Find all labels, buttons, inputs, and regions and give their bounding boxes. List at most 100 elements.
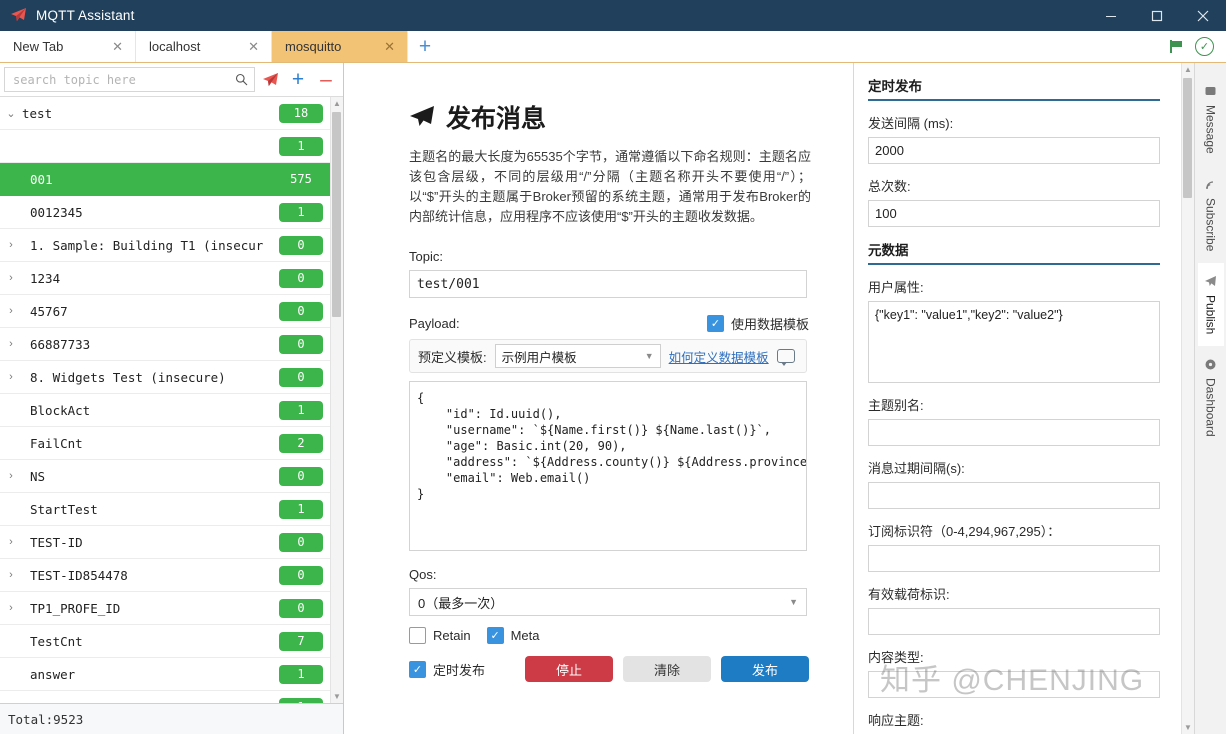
remove-topic-button[interactable]: – <box>313 67 339 93</box>
topic-label: TestCnt <box>30 633 83 649</box>
vtab-dashboard[interactable]: Dashboard <box>1198 346 1224 449</box>
count-input[interactable]: 100 <box>868 200 1160 227</box>
payload-editor[interactable]: { "id": Id.uuid(), "username": `${Name.f… <box>409 381 807 551</box>
checkbox-box <box>409 627 426 644</box>
topic-tree[interactable]: ⌄ test 18 1 001 575 0012345 1 › 1. Sample: Buildi… <box>0 97 331 703</box>
sidebar-status-bar: Total:9523 <box>0 703 343 734</box>
topic-row[interactable]: › 1234 0 <box>0 262 331 295</box>
tab-new-tab[interactable]: New Tab ✕ <box>0 31 136 62</box>
close-button[interactable] <box>1180 0 1226 31</box>
expand-caret-icon[interactable]: › <box>0 338 22 350</box>
scrollbar-thumb[interactable] <box>332 112 341 317</box>
how-to-define-template-link[interactable]: 如何定义数据模板 <box>669 347 769 366</box>
expand-caret-icon[interactable]: › <box>0 305 22 317</box>
expand-caret-icon[interactable]: › <box>0 569 22 581</box>
vtab-publish[interactable]: Publish <box>1197 263 1224 347</box>
payload-format-label: 有效载荷标识: <box>868 587 950 602</box>
checkbox-box: ✓ <box>486 627 504 644</box>
chevron-down-icon: ▼ <box>644 351 654 361</box>
vtab-subscribe[interactable]: Subscribe <box>1198 166 1224 263</box>
tab-close-icon[interactable]: ✕ <box>112 40 123 53</box>
publish-button[interactable]: 发布 <box>721 656 809 682</box>
clear-button[interactable]: 清除 <box>623 656 711 682</box>
tab-close-icon[interactable]: ✕ <box>384 40 395 53</box>
topic-row[interactable]: TestCnt 7 <box>0 625 331 658</box>
window-title: MQTT Assistant <box>36 8 135 23</box>
tab-mosquitto[interactable]: mosquitto ✕ <box>272 31 408 62</box>
retain-checkbox[interactable]: Retain <box>409 627 471 644</box>
expand-caret-icon[interactable]: › <box>0 239 22 251</box>
add-topic-button[interactable]: + <box>285 67 311 93</box>
user-properties-input[interactable]: {"key1": "value1","key2": "value2"} <box>868 301 1160 383</box>
scrollbar-thumb[interactable] <box>1183 78 1192 198</box>
message-icon <box>1204 85 1217 98</box>
use-template-checkbox[interactable]: ✓ 使用数据模板 <box>706 314 809 333</box>
expand-caret-icon[interactable]: › <box>0 602 22 614</box>
topic-row[interactable]: answer 1 <box>0 658 331 691</box>
meta-checkbox[interactable]: ✓ Meta <box>486 627 539 644</box>
topic-row[interactable]: › 66887733 0 <box>0 328 331 361</box>
scroll-up-icon[interactable]: ▲ <box>331 97 343 110</box>
expand-caret-icon[interactable]: › <box>0 536 22 548</box>
topic-alias-input[interactable] <box>868 419 1160 446</box>
topic-row[interactable]: › 8. Widgets Test (insecure) 0 <box>0 361 331 394</box>
topic-row[interactable]: 0012345 1 <box>0 196 331 229</box>
timed-publish-checkbox[interactable]: ✓ 定时发布 <box>409 660 485 679</box>
content-type-input[interactable] <box>868 671 1160 698</box>
message-expiry-input[interactable] <box>868 482 1160 509</box>
search-input[interactable] <box>11 71 235 88</box>
sidebar-scrollbar[interactable]: ▲ ▼ <box>330 97 343 703</box>
search-box[interactable] <box>4 67 255 92</box>
expand-caret-icon[interactable]: › <box>0 371 22 383</box>
topic-row[interactable]: › 1. Sample: Building T1 (insecur 0 <box>0 229 331 262</box>
subscription-id-input[interactable] <box>868 545 1160 572</box>
stop-button[interactable]: 停止 <box>525 656 613 682</box>
flag-icon[interactable] <box>1170 40 1184 53</box>
new-tab-button[interactable]: + <box>408 31 442 62</box>
topic-row[interactable]: › NS 0 <box>0 460 331 493</box>
topic-row[interactable]: › TEST-ID854478 0 <box>0 559 331 592</box>
speech-bubble-icon[interactable] <box>776 349 795 366</box>
topic-count-badge: 0 <box>279 301 323 321</box>
add-topic-icon: + <box>291 68 305 91</box>
vtab-message[interactable]: Message <box>1198 73 1224 166</box>
topic-row[interactable]: FailCnt 2 <box>0 427 331 460</box>
topic-input[interactable] <box>409 270 807 298</box>
check-circle-icon[interactable]: ✓ <box>1195 37 1214 56</box>
minimize-button[interactable] <box>1088 0 1134 31</box>
topic-row[interactable]: ⌄ test 18 <box>0 97 331 130</box>
payload-format-input[interactable] <box>868 608 1160 635</box>
publish-panel: 发布消息 主题名的最大长度为65535个字节，通常遵循以下命名规则：主题名应该包… <box>344 63 853 734</box>
interval-label: 发送间隔 (ms): <box>868 116 954 131</box>
expand-caret-icon[interactable]: ⌄ <box>0 107 22 120</box>
topic-row[interactable]: 1 <box>0 130 331 163</box>
topic-row[interactable]: BlockAct 1 <box>0 394 331 427</box>
topic-count-badge: 0 <box>279 565 323 585</box>
scroll-down-icon[interactable]: ▼ <box>1182 721 1194 734</box>
topic-label: NS <box>30 468 46 484</box>
tab-close-icon[interactable]: ✕ <box>248 40 259 53</box>
tab-localhost[interactable]: localhost ✕ <box>136 31 272 62</box>
qos-select[interactable]: 0（最多一次） ▼ <box>409 588 807 616</box>
topic-label: 0012345 <box>30 204 83 220</box>
search-icon[interactable] <box>235 73 248 86</box>
sidebar-publish-icon[interactable] <box>257 67 283 93</box>
predefined-template-select[interactable]: 示例用户模板 ▼ <box>494 344 661 368</box>
tab-bar: New Tab ✕ localhost ✕ mosquitto ✕ + ✓ <box>0 31 1226 63</box>
topic-row[interactable]: StartTest 1 <box>0 493 331 526</box>
settings-scrollbar[interactable]: ▲ ▼ <box>1181 63 1194 734</box>
maximize-button[interactable] <box>1134 0 1180 31</box>
expand-caret-icon[interactable]: › <box>0 272 22 284</box>
topic-row[interactable]: 001 575 <box>0 163 331 196</box>
app-window: MQTT Assistant New Tab ✕ localhost ✕ mos… <box>0 0 1226 734</box>
topic-row[interactable]: ap1 <box>0 691 331 703</box>
interval-input[interactable]: 2000 <box>868 137 1160 164</box>
scroll-down-icon[interactable]: ▼ <box>331 690 343 703</box>
tab-label: mosquitto <box>285 39 342 54</box>
expand-caret-icon[interactable]: › <box>0 470 22 482</box>
scroll-up-icon[interactable]: ▲ <box>1182 63 1194 76</box>
topic-row[interactable]: › TP1_PROFE_ID 0 <box>0 592 331 625</box>
topic-row[interactable]: › 45767 0 <box>0 295 331 328</box>
topic-label: answer <box>30 666 76 682</box>
topic-row[interactable]: › TEST-ID 0 <box>0 526 331 559</box>
